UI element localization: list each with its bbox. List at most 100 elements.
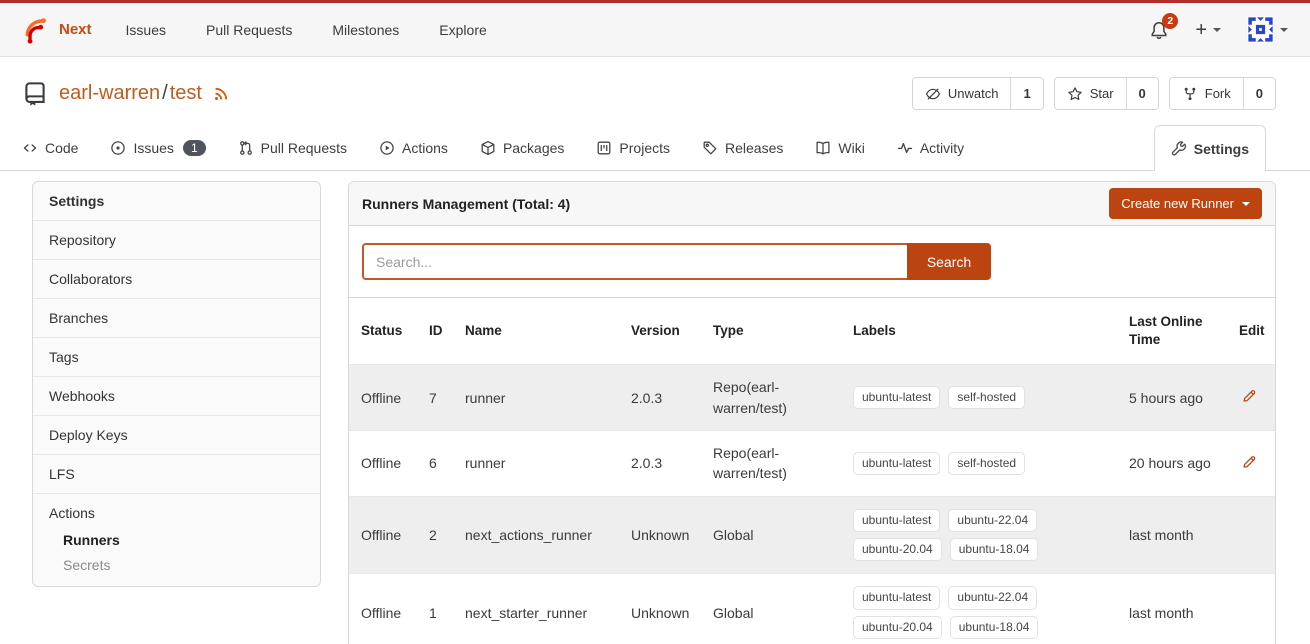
col-labels: Labels [841, 298, 1117, 365]
forgejo-logo-icon [22, 16, 50, 44]
runner-label-badge: ubuntu-18.04 [950, 538, 1039, 561]
create-menu-button[interactable]: + [1195, 20, 1221, 40]
repo-title: earl-warren/test [22, 80, 231, 107]
runner-label-badge: ubuntu-20.04 [853, 538, 942, 561]
col-edit: Edit [1227, 298, 1275, 365]
sidebar-item-branches[interactable]: Branches [33, 298, 320, 337]
issue-opened-icon [110, 140, 126, 156]
settings-tools-icon [1171, 141, 1187, 157]
repository-icon [22, 80, 49, 107]
search-button[interactable]: Search [907, 243, 991, 280]
sidebar-item-settings[interactable]: Settings [33, 182, 320, 220]
sidebar-item-tags[interactable]: Tags [33, 337, 320, 376]
watchers-count[interactable]: 1 [1010, 78, 1042, 109]
repo-path-separator: / [162, 82, 168, 104]
runner-last-online: last month [1117, 496, 1227, 574]
user-menu-button[interactable] [1247, 16, 1288, 43]
runner-name: next_starter_runner [453, 574, 619, 644]
navbar-right: 2 + [1149, 16, 1288, 43]
sidebar-item-actions[interactable]: Actions [33, 493, 320, 525]
sidebar-item-runners[interactable]: Runners [33, 525, 320, 555]
runner-label-badge: ubuntu-20.04 [853, 616, 942, 639]
runner-last-online: last month [1117, 574, 1227, 644]
tab-issues[interactable]: Issues 1 [110, 140, 205, 156]
runner-type: Global [701, 496, 841, 574]
page-content: Settings Repository Collaborators Branch… [0, 171, 1310, 644]
repo-name-link[interactable]: test [170, 82, 202, 104]
brand-home-link[interactable]: Next [22, 16, 92, 44]
repo-owner-link[interactable]: earl-warren [59, 82, 160, 104]
runner-labels: ubuntu-latestself-hosted [853, 386, 1105, 409]
runner-label-badge: ubuntu-latest [853, 586, 940, 609]
runners-table: Status ID Name Version Type Labels Last … [349, 298, 1275, 644]
notifications-button[interactable]: 2 [1149, 20, 1169, 40]
notification-count-badge: 2 [1162, 13, 1178, 29]
runner-status: Offline [349, 365, 417, 431]
col-last-online-time: Last Online Time [1117, 298, 1227, 365]
runner-version: Unknown [619, 496, 701, 574]
runner-id: 7 [417, 365, 453, 431]
tab-wiki[interactable]: Wiki [815, 140, 864, 156]
runner-label-badge: self-hosted [948, 386, 1025, 409]
runner-labels: ubuntu-latestubuntu-22.04ubuntu-20.04ubu… [853, 509, 1105, 562]
fork-icon [1182, 86, 1198, 102]
repo-header: earl-warren/test Unwatch 1 Star [0, 57, 1310, 126]
table-row: Offline 7 runner 2.0.3 Repo(earl-warren/… [349, 365, 1275, 431]
tab-activity[interactable]: Activity [897, 140, 964, 156]
runner-name: runner [453, 365, 619, 431]
fork-button[interactable]: Fork [1170, 78, 1243, 109]
tab-actions[interactable]: Actions [379, 140, 448, 156]
runner-type: Repo(earl-warren/test) [701, 365, 841, 431]
nav-explore[interactable]: Explore [439, 22, 486, 38]
package-icon [480, 140, 496, 156]
stars-count[interactable]: 0 [1126, 78, 1158, 109]
tab-code[interactable]: Code [22, 140, 78, 156]
edit-runner-button[interactable] [1239, 386, 1259, 406]
sidebar-item-webhooks[interactable]: Webhooks [33, 376, 320, 415]
runner-labels: ubuntu-latestself-hosted [853, 452, 1105, 475]
runner-version: Unknown [619, 574, 701, 644]
panel-title: Runners Management (Total: 4) [362, 196, 570, 212]
star-button-group: Star 0 [1054, 77, 1159, 110]
tab-pull-requests[interactable]: Pull Requests [238, 140, 347, 156]
forks-count[interactable]: 0 [1243, 78, 1275, 109]
edit-runner-button[interactable] [1239, 452, 1259, 472]
chevron-down-icon [1213, 28, 1221, 36]
runner-status: Offline [349, 431, 417, 497]
runner-id: 6 [417, 431, 453, 497]
runner-version: 2.0.3 [619, 365, 701, 431]
sidebar-item-secrets[interactable]: Secrets [33, 555, 320, 586]
create-new-runner-button[interactable]: Create new Runner [1109, 188, 1262, 219]
runner-version: 2.0.3 [619, 431, 701, 497]
search-input[interactable] [362, 243, 907, 280]
unwatch-button[interactable]: Unwatch [913, 78, 1011, 109]
star-button[interactable]: Star [1055, 78, 1126, 109]
runner-id: 2 [417, 496, 453, 574]
sidebar-item-collaborators[interactable]: Collaborators [33, 259, 320, 298]
eye-slash-icon [925, 86, 941, 102]
fork-button-group: Fork 0 [1169, 77, 1276, 110]
col-version: Version [619, 298, 701, 365]
runner-name: next_actions_runner [453, 496, 619, 574]
avatar [1247, 16, 1274, 43]
tab-packages[interactable]: Packages [480, 140, 564, 156]
rss-icon[interactable] [212, 84, 231, 103]
issues-count-badge: 1 [183, 140, 206, 156]
nav-issues[interactable]: Issues [126, 22, 166, 38]
tab-projects[interactable]: Projects [596, 140, 670, 156]
chevron-down-icon [1280, 28, 1288, 36]
nav-pull-requests[interactable]: Pull Requests [206, 22, 292, 38]
tab-releases[interactable]: Releases [702, 140, 783, 156]
book-icon [815, 140, 831, 156]
sidebar-item-repository[interactable]: Repository [33, 220, 320, 259]
sidebar-item-deploy-keys[interactable]: Deploy Keys [33, 415, 320, 454]
sidebar-item-lfs[interactable]: LFS [33, 454, 320, 493]
table-row: Offline 2 next_actions_runner Unknown Gl… [349, 496, 1275, 574]
runner-label-badge: ubuntu-18.04 [950, 616, 1039, 639]
runner-status: Offline [349, 496, 417, 574]
pulse-icon [897, 140, 913, 156]
code-icon [22, 140, 38, 156]
nav-milestones[interactable]: Milestones [332, 22, 399, 38]
runner-label-badge: self-hosted [948, 452, 1025, 475]
tab-settings[interactable]: Settings [1154, 125, 1266, 171]
